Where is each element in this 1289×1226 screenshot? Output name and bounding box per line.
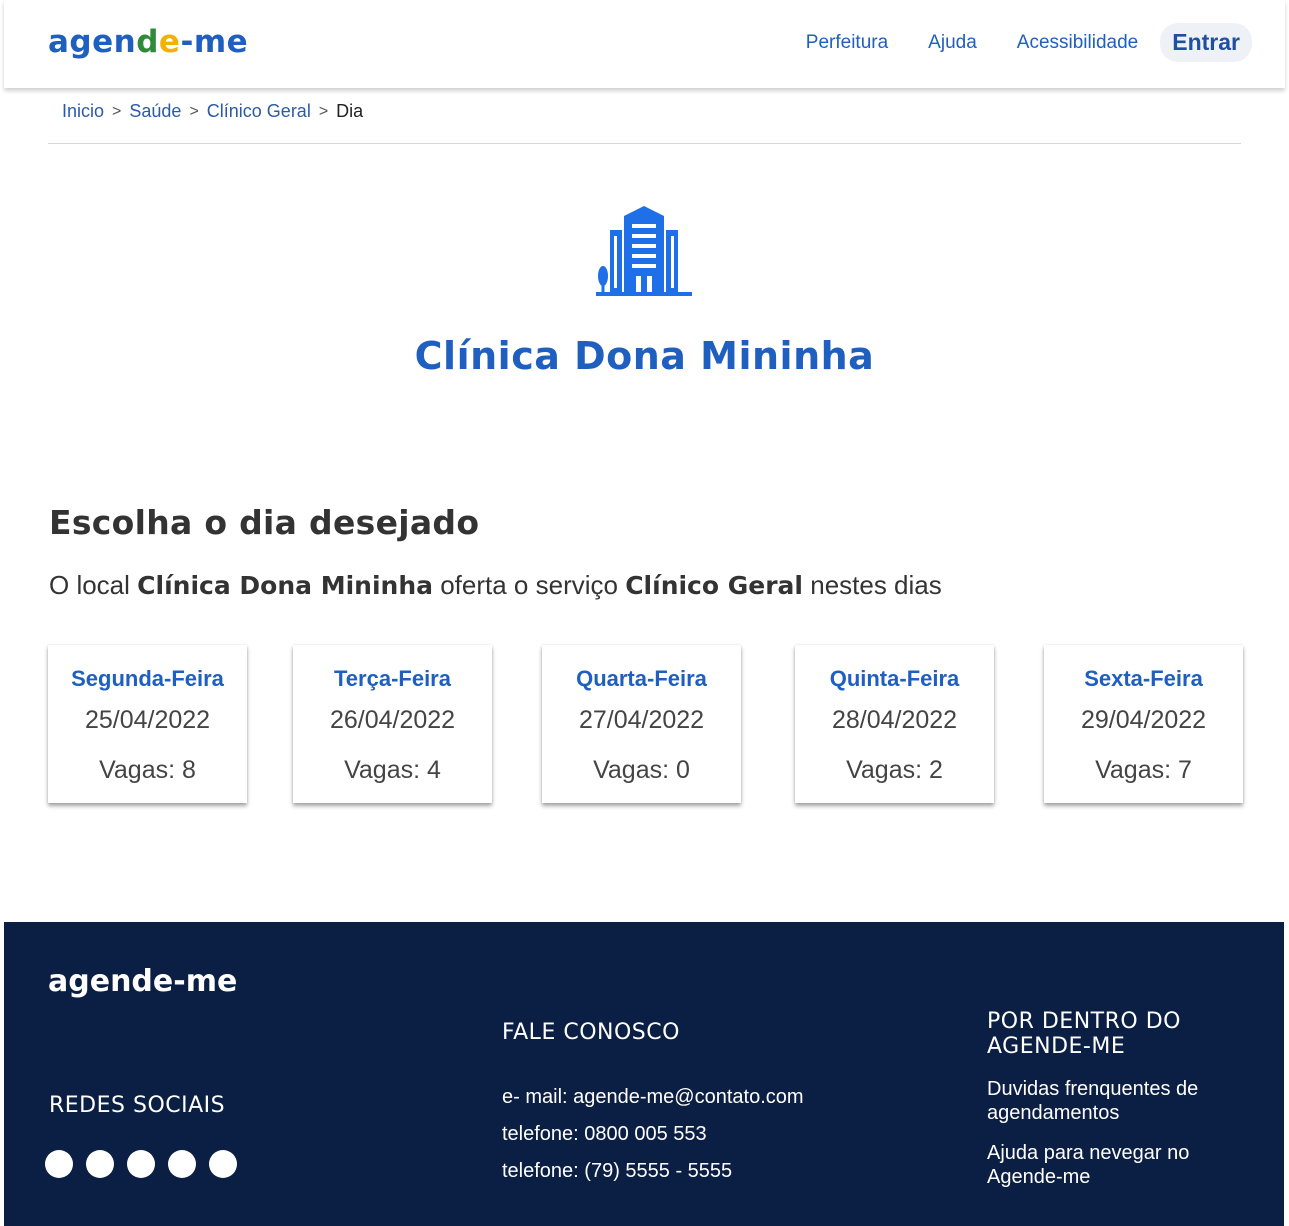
section-description: O local Clínica Dona Mininha oferta o se… — [49, 570, 942, 600]
contact-info: e- mail: agende-me@contato.com telefone:… — [502, 1079, 804, 1190]
social-icons — [45, 1150, 250, 1178]
day-card-terca[interactable]: Terça-Feira 26/04/2022 Vagas: 4 — [293, 645, 492, 803]
site-logo[interactable]: agende-me — [48, 24, 248, 60]
day-card-quarta[interactable]: Quarta-Feira 27/04/2022 Vagas: 0 — [542, 645, 741, 803]
day-name: Segunda-Feira — [71, 666, 224, 691]
day-card-sexta[interactable]: Sexta-Feira 29/04/2022 Vagas: 7 — [1044, 645, 1243, 803]
place-name: Clínica Dona Mininha — [137, 571, 433, 600]
footer: agende-me REDES SOCIAIS FALE CONOSCO e- … — [4, 922, 1284, 1226]
clinic-name: Clínica Dona Mininha — [414, 334, 875, 378]
breadcrumb-divider — [48, 143, 1241, 144]
service-name: Clínico Geral — [625, 571, 803, 600]
day-vagas: Vagas: 4 — [344, 756, 441, 784]
day-card-segunda[interactable]: Segunda-Feira 25/04/2022 Vagas: 8 — [48, 645, 247, 803]
day-date: 29/04/2022 — [1080, 706, 1207, 734]
nav-link-perfeitura[interactable]: Perfeitura — [806, 32, 888, 54]
day-vagas: Vagas: 8 — [99, 756, 196, 784]
nav-link-ajuda[interactable]: Ajuda — [928, 32, 977, 54]
day-date: 26/04/2022 — [329, 706, 456, 734]
social-icon-3[interactable] — [127, 1150, 155, 1178]
day-vagas: Vagas: 7 — [1095, 756, 1192, 784]
social-icon-5[interactable] — [209, 1150, 237, 1178]
social-title: REDES SOCIAIS — [49, 1093, 226, 1118]
nav-link-acessibilidade[interactable]: Acessibilidade — [1017, 32, 1138, 54]
breadcrumb-current: Dia — [336, 101, 364, 121]
breadcrumb-separator: > — [189, 102, 199, 120]
main-nav: Perfeitura Ajuda Acessibilidade Entrar — [766, 23, 1252, 62]
contact-email[interactable]: e- mail: agende-me@contato.com — [502, 1079, 804, 1116]
day-card-quinta[interactable]: Quinta-Feira 28/04/2022 Vagas: 2 — [795, 645, 994, 803]
contact-phone: telefone: (79) 5555 - 5555 — [502, 1160, 733, 1182]
help-link[interactable]: Ajuda para nevegar no Agende-me — [987, 1141, 1227, 1189]
contact-title: FALE CONOSCO — [502, 1020, 680, 1045]
about-links: Duvidas frenquentes de agendamentos Ajud… — [987, 1077, 1227, 1205]
breadcrumb-link-inicio[interactable]: Inicio — [62, 101, 104, 122]
day-name: Terça-Feira — [334, 666, 451, 691]
section-title: Escolha o dia desejado — [49, 503, 480, 542]
day-date: 28/04/2022 — [831, 706, 958, 734]
day-vagas: Vagas: 2 — [846, 756, 943, 784]
breadcrumb-separator: > — [112, 102, 122, 120]
day-date: 27/04/2022 — [578, 706, 705, 734]
day-name: Quinta-Feira — [829, 666, 960, 691]
social-icon-2[interactable] — [86, 1150, 114, 1178]
day-date: 25/04/2022 — [84, 706, 211, 734]
login-button[interactable]: Entrar — [1160, 23, 1252, 62]
about-title: POR DENTRO DO AGENDE-ME — [987, 1009, 1181, 1059]
breadcrumb-link-saude[interactable]: Saúde — [129, 101, 181, 122]
building-icon — [596, 206, 692, 296]
contact-phone: telefone: 0800 005 553 — [502, 1123, 707, 1145]
breadcrumb-separator: > — [318, 102, 329, 120]
breadcrumb-link-clinico-geral[interactable]: Clínico Geral — [207, 101, 311, 122]
top-header: agende-me Perfeitura Ajuda Acessibilidad… — [4, 0, 1285, 88]
faq-link[interactable]: Duvidas frenquentes de agendamentos — [987, 1077, 1227, 1125]
day-vagas: Vagas: 0 — [593, 756, 690, 784]
footer-logo[interactable]: agende-me — [48, 964, 237, 999]
social-icon-4[interactable] — [168, 1150, 196, 1178]
social-icon-1[interactable] — [45, 1150, 73, 1178]
day-name: Quarta-Feira — [576, 666, 707, 691]
breadcrumb: Inicio > Saúde > Clínico Geral > Dia — [62, 101, 363, 122]
day-name: Sexta-Feira — [1084, 666, 1203, 691]
